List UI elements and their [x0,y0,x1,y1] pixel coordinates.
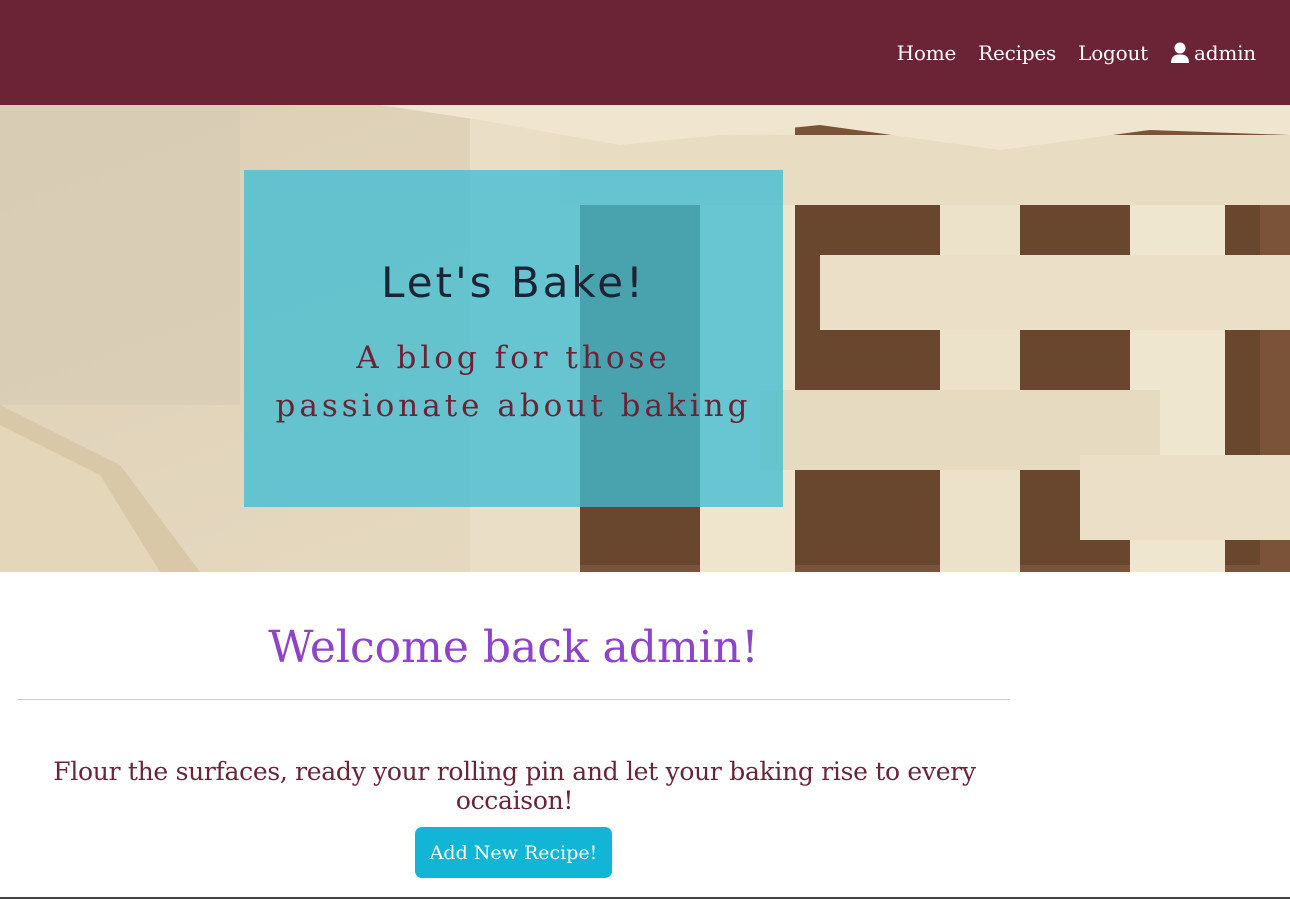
nav-link-home[interactable]: Home [897,41,957,65]
tagline-text: Flour the surfaces, ready your rolling p… [53,757,976,815]
hero-overlay-box: Let's Bake! A blog for those passionate … [244,170,783,507]
navbar: Home Recipes Logout admin [0,0,1290,105]
add-new-recipe-button[interactable]: Add New Recipe! [415,827,612,878]
hero-title: Let's Bake! [381,258,646,307]
hero-subtitle-line1: A blog for those [356,340,671,376]
hero-banner: Let's Bake! A blog for those passionate … [0,105,1290,572]
nav-user-label: admin [1194,40,1256,65]
welcome-heading: Welcome back admin! [268,622,759,673]
nav-link-recipes[interactable]: Recipes [978,41,1056,65]
hero-subtitle-line2: passionate about baking [275,388,752,424]
hero-subtitle: A blog for those passionate about baking [244,334,783,430]
divider [17,699,1010,700]
user-icon [1170,42,1190,64]
nav-link-logout[interactable]: Logout [1078,41,1148,65]
nav-link-user[interactable]: admin [1170,41,1256,65]
